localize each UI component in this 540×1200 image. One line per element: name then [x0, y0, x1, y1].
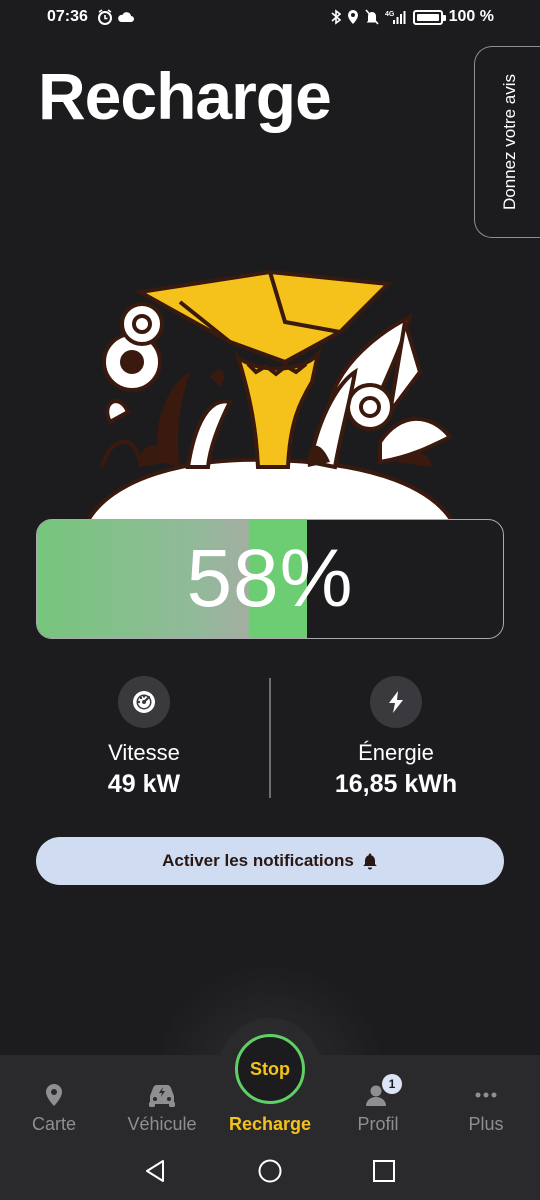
nav-label-carte: Carte — [31, 1114, 76, 1134]
car-icon — [108, 1080, 216, 1110]
signal-4g-icon: 4G — [385, 11, 406, 24]
feedback-label: Donnez votre avis — [499, 73, 519, 211]
nav-label-profil: Profil — [357, 1114, 399, 1134]
status-left-icons — [97, 8, 135, 26]
system-nav-bar — [0, 1150, 540, 1192]
stop-label: Stop — [250, 1058, 290, 1079]
speed-label: Vitesse — [108, 740, 180, 765]
energy-value: 16,85 kWh — [334, 770, 458, 798]
location-icon — [347, 10, 358, 24]
bell-icon — [363, 853, 377, 870]
speedometer-icon — [118, 676, 170, 728]
nav-item-profil[interactable]: 1 Profil — [324, 1074, 432, 1135]
speed-stat: Vitesse 49 kW — [34, 676, 254, 799]
nav-item-vehicule[interactable]: Véhicule — [108, 1080, 216, 1135]
status-right: 4G 100 % — [331, 8, 494, 26]
stats-divider — [269, 678, 271, 798]
nav-label-plus: Plus — [468, 1114, 504, 1134]
nav-item-carte[interactable]: Carte — [0, 1080, 108, 1135]
nav-item-recharge[interactable]: Recharge — [216, 1080, 324, 1135]
charging-stats: Vitesse 49 kW Énergie 16,85 kWh — [0, 676, 540, 800]
energy-label: Énergie — [358, 740, 434, 765]
profile-notification-badge: 1 — [382, 1074, 402, 1094]
page-title: Recharge — [38, 59, 332, 133]
nav-item-plus[interactable]: Plus — [432, 1080, 540, 1135]
back-icon[interactable] — [143, 1158, 167, 1184]
status-bar: 07:36 4G 100 % — [0, 0, 540, 34]
more-dots-icon — [432, 1080, 540, 1110]
lightning-icon — [370, 676, 422, 728]
status-time: 07:36 — [47, 8, 88, 25]
battery-level: 100 % — [448, 8, 494, 25]
charge-level-bar: 58% — [36, 519, 504, 639]
charging-illustration — [83, 269, 457, 524]
cloud-icon — [118, 12, 134, 23]
recents-icon[interactable] — [372, 1158, 396, 1184]
energy-stat: Énergie 16,85 kWh — [286, 676, 506, 799]
alarm-icon — [98, 9, 112, 26]
map-pin-icon — [0, 1080, 108, 1110]
bluetooth-icon — [331, 9, 341, 25]
enable-notifications-button[interactable]: Activer les notifications — [36, 837, 504, 885]
profile-icon: 1 — [324, 1074, 432, 1110]
speed-value: 49 kW — [107, 770, 181, 798]
nav-label-vehicule: Véhicule — [127, 1114, 197, 1134]
feedback-tab[interactable]: Donnez votre avis — [474, 46, 540, 238]
enable-notifications-label: Activer les notifications — [162, 851, 354, 870]
svg-text:4G: 4G — [385, 11, 395, 18]
charge-percent: 58% — [186, 533, 354, 624]
home-icon[interactable] — [257, 1158, 283, 1184]
battery-icon — [412, 9, 446, 25]
mute-icon — [365, 9, 379, 25]
nav-label-recharge: Recharge — [228, 1114, 312, 1134]
